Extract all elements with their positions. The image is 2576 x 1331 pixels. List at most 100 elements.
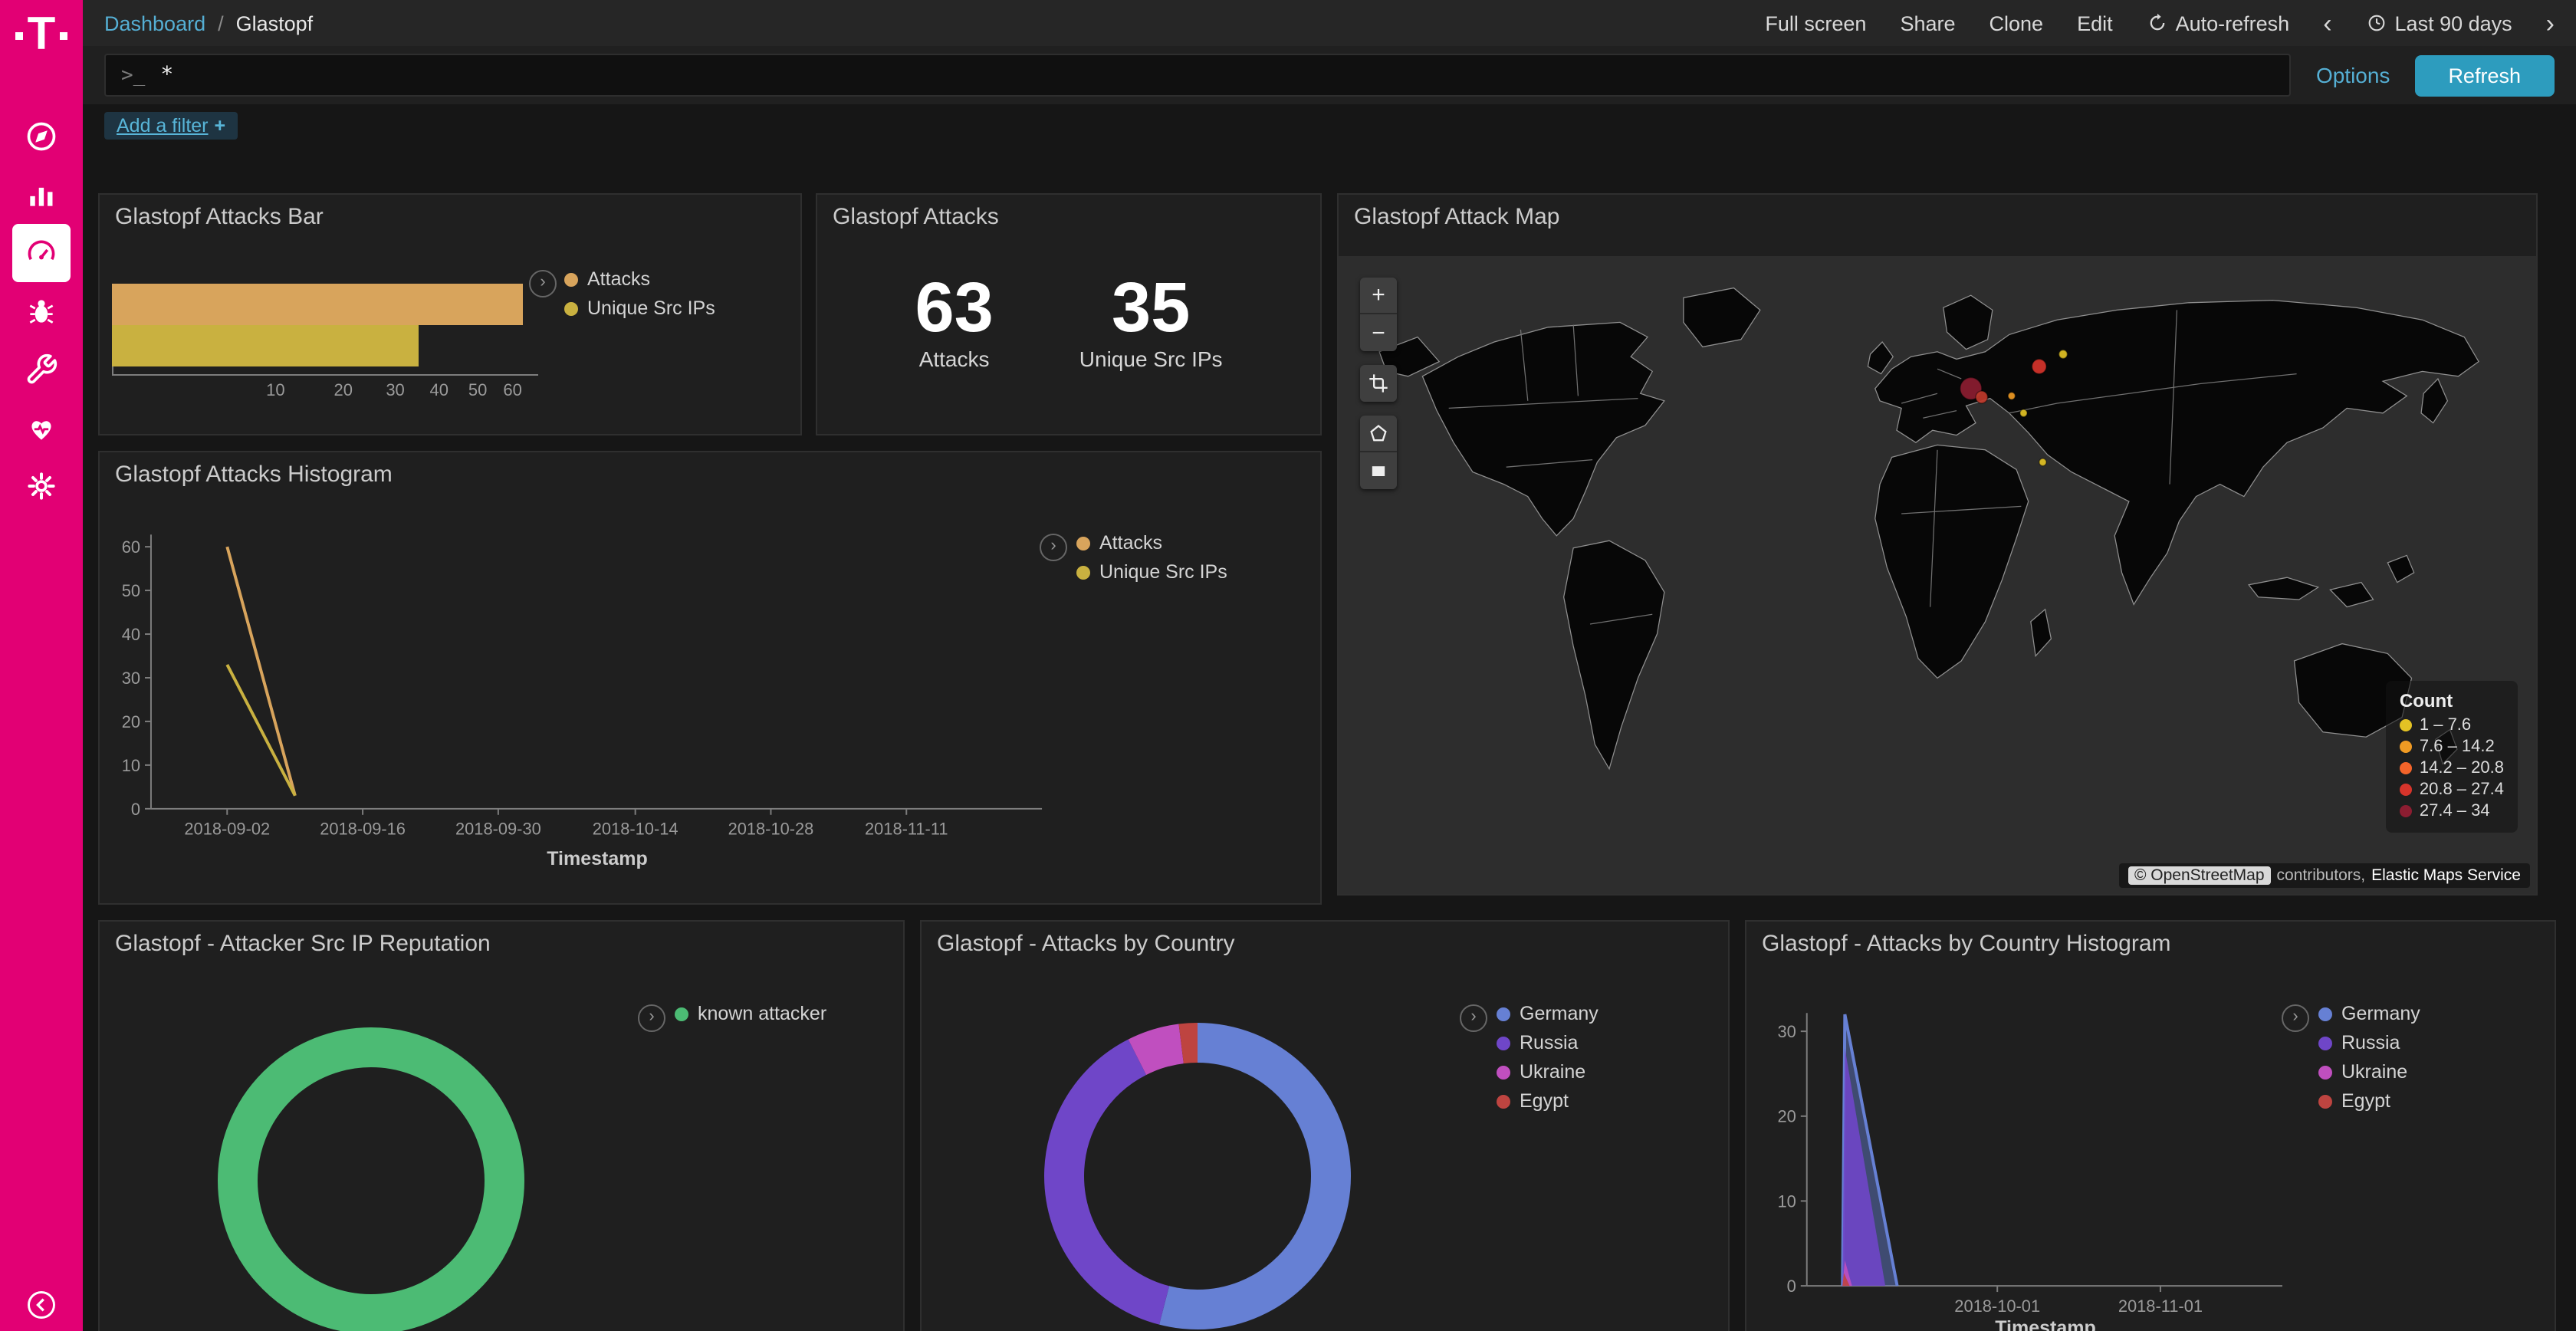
crop-tool-button[interactable] (1360, 365, 1397, 402)
query-value: * (160, 63, 173, 87)
full-screen-button[interactable]: Full screen (1765, 12, 1866, 35)
bug-icon (25, 294, 58, 328)
bar-chart-icon (25, 178, 58, 212)
add-filter-link[interactable]: Add a filter + (104, 112, 238, 140)
sidebar-item-timelion[interactable] (12, 282, 71, 340)
line-chart[interactable]: 01020304050602018-09-022018-09-162018-09… (100, 452, 1320, 903)
legend-item[interactable]: Attacks (564, 268, 715, 290)
legend-item[interactable]: Egypt (2318, 1090, 2420, 1112)
panel-title: Glastopf Attack Map (1354, 204, 1559, 230)
x-tick-label: 60 (503, 382, 522, 400)
legend-color-dot (2318, 1036, 2332, 1050)
legend-color-dot (2318, 1007, 2332, 1020)
legend-color-dot (2400, 762, 2412, 774)
legend-toggle[interactable]: › (638, 1004, 665, 1032)
legend-color-dot (1497, 1094, 1510, 1108)
sidebar-item-dashboard[interactable] (12, 224, 71, 282)
metric-unique-src-ips: 35 Unique Src IPs (1079, 271, 1223, 371)
tpot-logo[interactable]: T (0, 9, 83, 61)
donut-chart[interactable] (1029, 1007, 1366, 1331)
x-tick-label: 30 (386, 382, 405, 400)
series-line[interactable] (227, 665, 295, 796)
map-legend-rows: 1 – 7.67.6 – 14.214.2 – 20.820.8 – 27.42… (2400, 716, 2504, 820)
world-map-svg[interactable] (1339, 256, 2536, 894)
filter-bar: Add a filter + (83, 104, 2576, 147)
top-nav-bar: Dashboard / Glastopf Full screen Share C… (83, 0, 2576, 46)
legend-item[interactable]: Ukraine (1497, 1061, 1598, 1083)
breadcrumb-dashboard-link[interactable]: Dashboard (104, 12, 205, 35)
attack-marker[interactable] (2020, 409, 2027, 417)
legend-item[interactable]: Germany (1497, 1003, 1598, 1024)
search-input[interactable]: >_ * (104, 54, 2292, 97)
legend-item[interactable]: Unique Src IPs (564, 297, 715, 319)
pie-slice-known-attacker[interactable] (238, 1047, 504, 1314)
legend-item[interactable]: Russia (1497, 1032, 1598, 1053)
openstreetmap-link[interactable]: © OpenStreetMap (2128, 866, 2271, 885)
legend-toggle[interactable]: › (529, 270, 557, 297)
refresh-icon (2147, 12, 2168, 34)
options-link[interactable]: Options (2316, 63, 2390, 87)
world-map[interactable]: + − Count 1 – 7.67.6 – 14.214. (1339, 256, 2536, 894)
polygon-icon (1368, 422, 1389, 444)
share-button[interactable]: Share (1900, 12, 1955, 35)
donut-chart[interactable] (202, 1012, 540, 1331)
sidebar-item-discover[interactable] (12, 107, 71, 166)
logo-dot (15, 31, 23, 39)
legend-color-dot (675, 1007, 688, 1020)
y-tick-label: 10 (1777, 1191, 1796, 1211)
legend-color-dot (2318, 1094, 2332, 1108)
legend-item[interactable]: known attacker (675, 1003, 826, 1024)
legend-label: known attacker (698, 1003, 826, 1024)
x-tick-label: 2018-10-14 (593, 820, 678, 839)
legend-toggle[interactable]: › (2282, 1004, 2309, 1032)
legend-item: 7.6 – 14.2 (2400, 738, 2504, 756)
y-tick-label: 0 (1787, 1277, 1796, 1296)
sidebar-item-dev-tools[interactable] (12, 340, 71, 399)
time-back-button[interactable]: ‹ (2323, 10, 2331, 36)
clone-button[interactable]: Clone (1990, 12, 2044, 35)
elastic-maps-service-link[interactable]: Elastic Maps Service (2371, 866, 2521, 885)
zoom-in-button[interactable]: + (1360, 278, 1397, 314)
auto-refresh-button[interactable]: Auto-refresh (2147, 12, 2290, 35)
sidebar-collapse-button[interactable] (25, 1288, 58, 1322)
attack-marker[interactable] (2032, 359, 2046, 373)
breadcrumb-current: Glastopf (236, 12, 314, 35)
area-chart[interactable]: 01020302018-10-012018-11-01 (1746, 922, 2555, 1331)
auto-refresh-label: Auto-refresh (2176, 12, 2290, 35)
sidebar-item-visualize[interactable] (12, 166, 71, 224)
x-tick-label: 2018-10-01 (1954, 1296, 2040, 1316)
legend-color-dot (2400, 719, 2412, 731)
attack-marker[interactable] (2059, 350, 2068, 358)
time-forward-button[interactable]: › (2546, 10, 2555, 36)
series-line[interactable] (227, 547, 295, 796)
legend-color-dot (1076, 565, 1090, 579)
dashboard-grid: Glastopf Attacks Bar 102030405060 › Atta… (83, 147, 2576, 1331)
attack-marker[interactable] (2039, 458, 2046, 466)
legend-color-dot (1076, 536, 1090, 550)
panel-attacks-bar: Glastopf Attacks Bar 102030405060 › Atta… (98, 193, 802, 435)
legend-item[interactable]: Germany (2318, 1003, 2420, 1024)
attack-marker[interactable] (1976, 391, 1988, 403)
legend-toggle[interactable]: › (1040, 534, 1067, 561)
zoom-out-button[interactable]: − (1360, 314, 1397, 351)
legend: Attacks Unique Src IPs (1076, 532, 1227, 590)
sidebar: T (0, 0, 83, 1331)
attack-marker[interactable] (2008, 393, 2015, 400)
legend-item[interactable]: Attacks (1076, 532, 1227, 554)
legend-toggle[interactable]: › (1460, 1004, 1487, 1032)
series-area[interactable] (1842, 1048, 1885, 1286)
refresh-button[interactable]: Refresh (2414, 54, 2555, 96)
x-tick-label: 2018-09-16 (320, 820, 406, 839)
rectangle-tool-button[interactable] (1360, 452, 1397, 489)
time-range-button[interactable]: Last 90 days (2366, 12, 2512, 35)
sidebar-item-management[interactable] (12, 457, 71, 515)
legend-label: Egypt (1520, 1090, 1569, 1112)
legend-item[interactable]: Egypt (1497, 1090, 1598, 1112)
legend-item[interactable]: Russia (2318, 1032, 2420, 1053)
legend-item[interactable]: Ukraine (2318, 1061, 2420, 1083)
polygon-tool-button[interactable] (1360, 416, 1397, 452)
legend-color-dot (1497, 1007, 1510, 1020)
edit-button[interactable]: Edit (2077, 12, 2113, 35)
sidebar-item-monitoring[interactable] (12, 399, 71, 457)
legend-item[interactable]: Unique Src IPs (1076, 561, 1227, 583)
